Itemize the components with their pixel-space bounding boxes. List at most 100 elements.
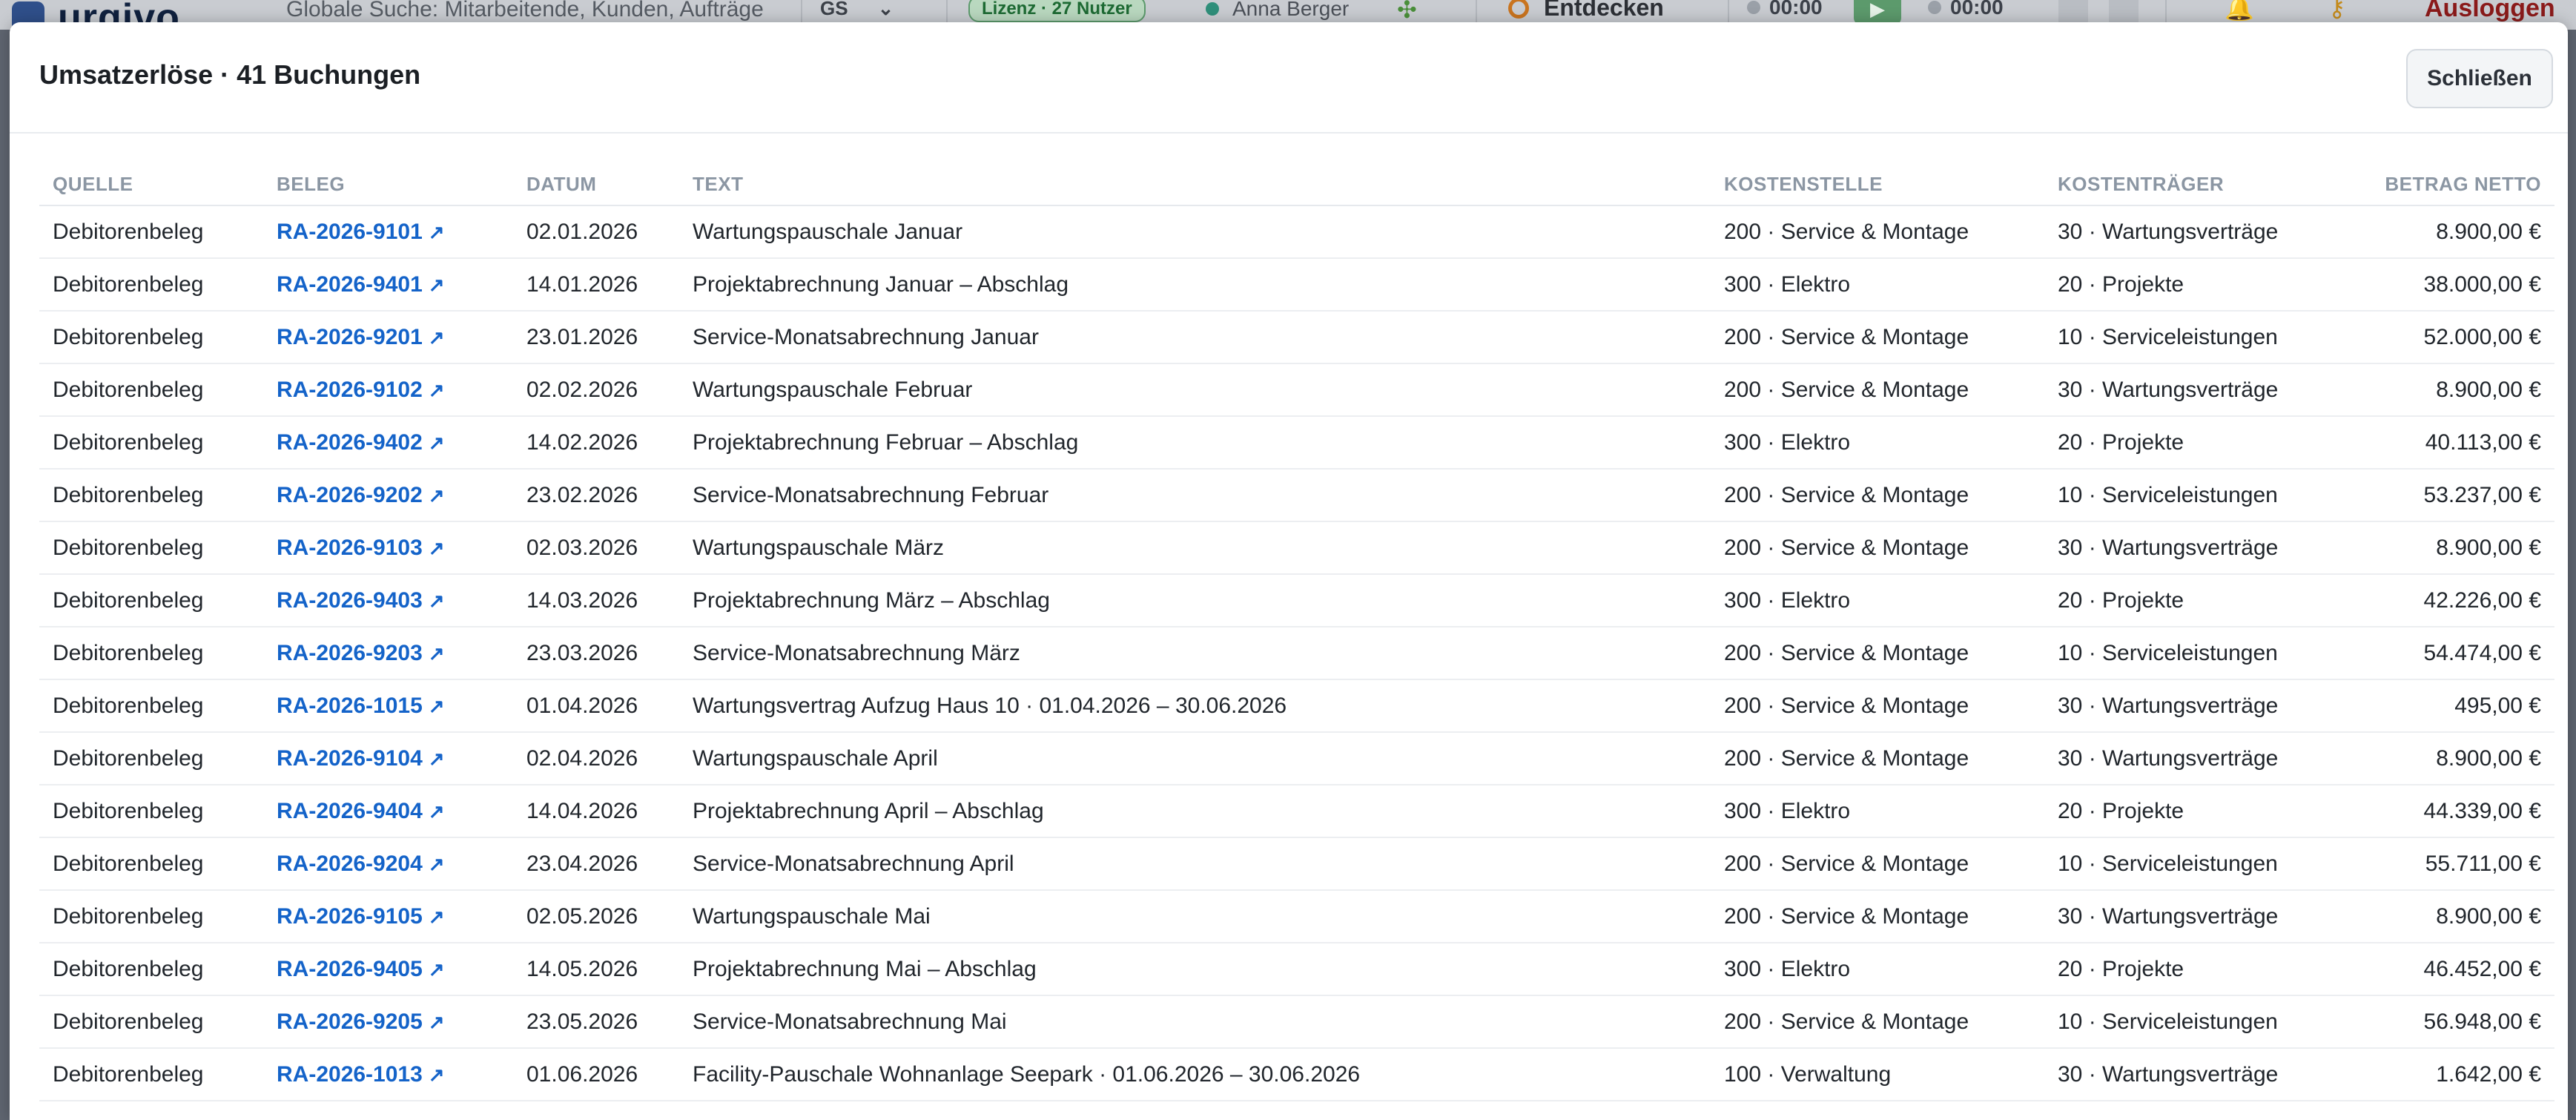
beleg-link[interactable]: RA-2026-9105	[277, 904, 423, 929]
pause-button[interactable]	[2058, 0, 2088, 25]
table-row[interactable]: Debitorenbeleg RA-2026-9402 ↗ 14.02.2026 Pro…	[39, 416, 2554, 470]
table-header-row: QUELLE BELEG DATUM TEXT KOSTENSTELLE KOS…	[39, 163, 2554, 206]
cell-datum: 01.06.2026	[513, 1048, 679, 1101]
external-link-icon[interactable]: ↗	[429, 906, 445, 928]
column-header-quelle[interactable]: QUELLE	[39, 163, 263, 206]
cell-beleg: RA-2026-9404 ↗	[263, 785, 513, 838]
beleg-link[interactable]: RA-2026-9201	[277, 325, 423, 349]
cell-text: Wartungspauschale Mai	[679, 890, 1711, 943]
cell-betrag: 42.226,00 €	[2350, 574, 2554, 627]
cell-text: Projektabrechnung Januar – Abschlag	[679, 258, 1711, 312]
table-row[interactable]: Debitorenbeleg RA-2026-9404 ↗ 14.04.2026 Pro…	[39, 785, 2554, 838]
table-row[interactable]: Debitorenbeleg RA-2026-9205 ↗ 23.05.2026 Ser…	[39, 995, 2554, 1049]
cell-text: Service-Monatsabrechnung Januar	[679, 311, 1711, 364]
beleg-link[interactable]: RA-2026-9202	[277, 483, 423, 507]
column-header-datum[interactable]: DATUM	[513, 163, 679, 206]
cell-beleg: RA-2026-9202 ↗	[263, 469, 513, 522]
external-link-icon[interactable]: ↗	[429, 695, 445, 717]
discover-button[interactable]: Entdecken	[1508, 0, 1664, 22]
external-link-icon[interactable]: ↗	[429, 590, 445, 612]
beleg-link[interactable]: RA-2026-9103	[277, 536, 423, 560]
play-button[interactable]: ▶	[1854, 0, 1901, 25]
beleg-link[interactable]: RA-2026-9402	[277, 430, 423, 455]
cell-betrag: 52.000,00 €	[2350, 311, 2554, 364]
beleg-link[interactable]: RA-2026-1013	[277, 1062, 423, 1087]
cell-datum: 01.04.2026	[513, 679, 679, 733]
external-link-icon[interactable]: ↗	[429, 958, 445, 981]
cell-quelle: Debitorenbeleg	[39, 1048, 263, 1101]
external-link-icon[interactable]: ↗	[429, 748, 445, 770]
column-header-beleg[interactable]: BELEG	[263, 163, 513, 206]
external-link-icon[interactable]: ↗	[429, 800, 445, 823]
cell-beleg: RA-2026-9402 ↗	[263, 416, 513, 470]
puzzle-icon[interactable]: ✣	[1397, 0, 1417, 24]
external-link-icon[interactable]: ↗	[429, 326, 445, 349]
company-select[interactable]: GS ⌄	[820, 0, 894, 20]
close-button[interactable]: Schließen	[2406, 49, 2553, 108]
column-header-kostenstelle[interactable]: KOSTENSTELLE	[1711, 163, 2044, 206]
table-row[interactable]: Debitorenbeleg RA-2026-9204 ↗ 23.04.2026 Ser…	[39, 837, 2554, 891]
table-row[interactable]: Debitorenbeleg RA-2026-9203 ↗ 23.03.2026 Ser…	[39, 627, 2554, 680]
external-link-icon[interactable]: ↗	[429, 537, 445, 559]
table-row[interactable]: Debitorenbeleg RA-2026-9101 ↗ 02.01.2026 War…	[39, 205, 2554, 259]
external-link-icon[interactable]: ↗	[429, 1064, 445, 1086]
beleg-link[interactable]: RA-2026-9101	[277, 220, 423, 244]
table-row[interactable]: Debitorenbeleg RA-2026-9202 ↗ 23.02.2026 Ser…	[39, 469, 2554, 522]
column-header-text[interactable]: TEXT	[679, 163, 1711, 206]
license-badge: Lizenz · 27 Nutzer	[968, 0, 1146, 22]
table-row[interactable]: Debitorenbeleg RA-2026-1013 ↗ 01.06.2026 Fac…	[39, 1048, 2554, 1101]
beleg-link[interactable]: RA-2026-9203	[277, 641, 423, 665]
cell-betrag: 38.000,00 €	[2350, 258, 2554, 312]
logout-button[interactable]: Ausloggen	[2425, 0, 2555, 23]
table-row[interactable]: Debitorenbeleg RA-2026-9104 ↗ 02.04.2026 War…	[39, 732, 2554, 785]
external-link-icon[interactable]: ↗	[429, 221, 445, 243]
cell-beleg: RA-2026-9205 ↗	[263, 995, 513, 1049]
beleg-link[interactable]: RA-2026-9403	[277, 588, 423, 613]
column-header-kostentraeger[interactable]: KOSTENTRÄGER	[2044, 163, 2350, 206]
external-link-icon[interactable]: ↗	[429, 642, 445, 665]
cell-kostentraeger: 30 · Wartungsverträge	[2044, 521, 2350, 575]
stop-button[interactable]	[2109, 0, 2139, 25]
table-row[interactable]: Debitorenbeleg RA-2026-1015 ↗ 01.04.2026 War…	[39, 679, 2554, 733]
cell-betrag: 53.237,00 €	[2350, 469, 2554, 522]
beleg-link[interactable]: RA-2026-9404	[277, 799, 423, 823]
external-link-icon[interactable]: ↗	[429, 484, 445, 507]
external-link-icon[interactable]: ↗	[429, 432, 445, 454]
discover-label: Entdecken	[1544, 0, 1664, 21]
beleg-link[interactable]: RA-2026-9205	[277, 1009, 423, 1034]
cell-kostenstelle: 200 · Service & Montage	[1711, 469, 2044, 522]
global-search-input[interactable]: Globale Suche: Mitarbeitende, Kunden, Au…	[286, 0, 764, 22]
table-row[interactable]: Debitorenbeleg RA-2026-9201 ↗ 23.01.2026 Ser…	[39, 311, 2554, 364]
table-row[interactable]: Debitorenbeleg RA-2026-9103 ↗ 02.03.2026 War…	[39, 521, 2554, 575]
cell-kostenstelle: 200 · Service & Montage	[1711, 995, 2044, 1049]
cell-datum: 02.01.2026	[513, 205, 679, 259]
beleg-link[interactable]: RA-2026-9401	[277, 272, 423, 297]
user-indicator[interactable]: Anna Berger	[1206, 0, 1349, 21]
table-row[interactable]: Debitorenbeleg RA-2026-9401 ↗ 14.01.2026 Pro…	[39, 258, 2554, 312]
timer-value: 00:00	[1950, 0, 2004, 19]
key-icon[interactable]: ⚷	[2328, 0, 2345, 22]
beleg-link[interactable]: RA-2026-9102	[277, 378, 423, 402]
external-link-icon[interactable]: ↗	[429, 274, 445, 296]
cell-kostentraeger: 20 · Projekte	[2044, 258, 2350, 312]
cell-kostenstelle: 200 · Service & Montage	[1711, 363, 2044, 417]
table-row[interactable]: Debitorenbeleg RA-2026-9403 ↗ 14.03.2026 Pro…	[39, 574, 2554, 627]
beleg-link[interactable]: RA-2026-9204	[277, 851, 423, 876]
cell-betrag: 46.452,00 €	[2350, 943, 2554, 996]
cell-quelle: Debitorenbeleg	[39, 205, 263, 259]
column-header-betrag[interactable]: BETRAG NETTO	[2350, 163, 2554, 206]
cell-quelle: Debitorenbeleg	[39, 574, 263, 627]
bell-icon[interactable]: 🔔	[2225, 0, 2254, 22]
beleg-link[interactable]: RA-2026-9104	[277, 746, 423, 771]
beleg-link[interactable]: RA-2026-1015	[277, 694, 423, 718]
table-row[interactable]: Debitorenbeleg RA-2026-9105 ↗ 02.05.2026 War…	[39, 890, 2554, 943]
beleg-link[interactable]: RA-2026-9405	[277, 957, 423, 981]
table-row[interactable]: Debitorenbeleg RA-2026-9405 ↗ 14.05.2026 Pro…	[39, 943, 2554, 996]
cell-kostenstelle: 200 · Service & Montage	[1711, 311, 2044, 364]
timer-display-secondary: 00:00	[1928, 0, 2004, 19]
external-link-icon[interactable]: ↗	[429, 1011, 445, 1033]
cell-beleg: RA-2026-9103 ↗	[263, 521, 513, 575]
table-row[interactable]: Debitorenbeleg RA-2026-9102 ↗ 02.02.2026 War…	[39, 363, 2554, 417]
external-link-icon[interactable]: ↗	[429, 379, 445, 401]
external-link-icon[interactable]: ↗	[429, 853, 445, 875]
